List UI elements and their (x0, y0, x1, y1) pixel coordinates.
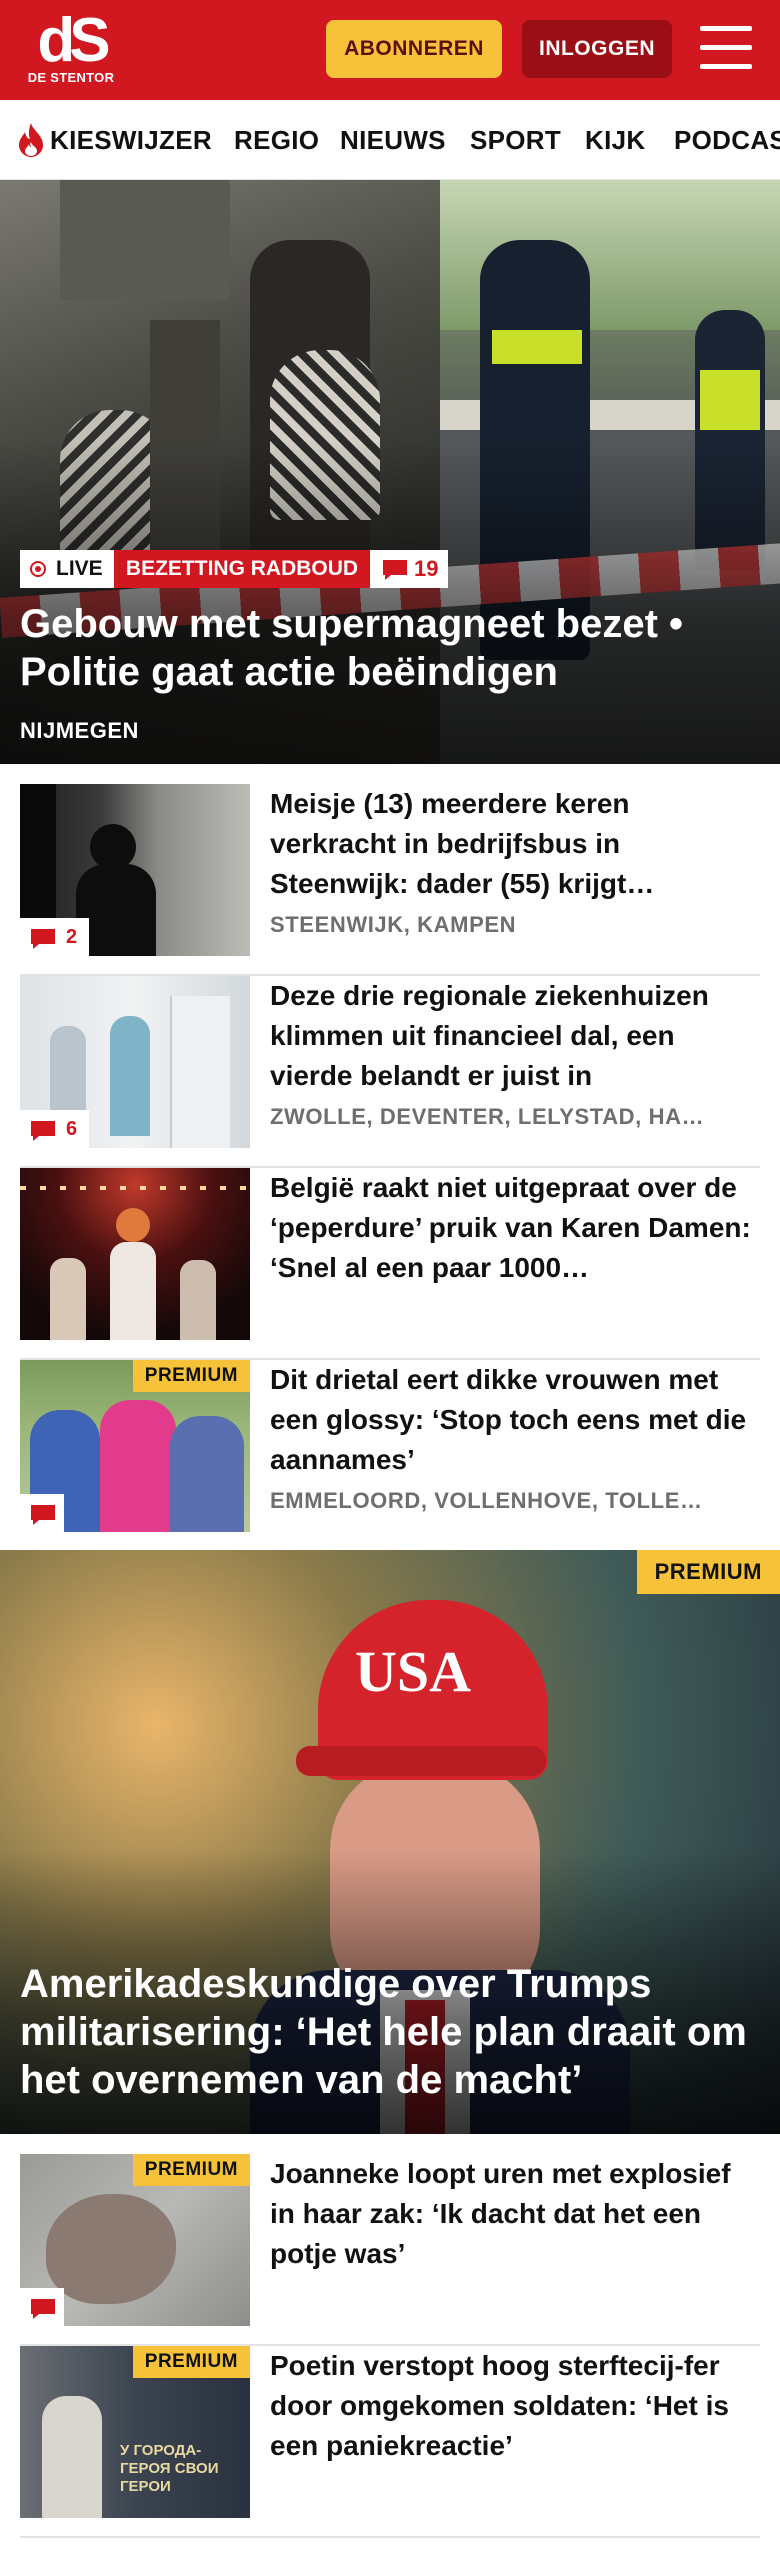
nav-item-kijk[interactable]: KIJK (585, 100, 645, 179)
topic-badge[interactable]: BEZETTING RADBOUD (114, 550, 370, 588)
comment-icon (31, 929, 55, 949)
article-location: ZWOLLE, DEVENTER, LELYSTAD, HA… (270, 1104, 705, 1129)
article-title[interactable]: België raakt niet uitgepraat over de ‘pe… (270, 1168, 760, 1288)
thumb-comment-badge: 6 (20, 1110, 90, 1148)
live-label: LIVE (56, 557, 103, 580)
premium-badge: PREMIUM (636, 1550, 780, 1594)
feature-title[interactable]: Amerikadeskundige over Trumps militarise… (20, 1960, 760, 2104)
hero-location: NIJMEGEN (20, 718, 139, 743)
hero-comment-count: 19 (414, 556, 439, 581)
article-title[interactable]: Deze drie regionale ziekenhuizen klimmen… (270, 976, 760, 1096)
hero-article[interactable]: LIVE BEZETTING RADBOUD 19 Gebouw met sup… (0, 180, 780, 764)
thumb-comment-badge (20, 1494, 64, 1532)
login-button[interactable]: INLOGGEN (522, 20, 672, 78)
subscribe-button[interactable]: ABONNEREN (326, 20, 502, 78)
feature-cap-brim (296, 1746, 546, 1776)
premium-badge: PREMIUM (132, 2346, 250, 2378)
article-location: STEENWIJK, KAMPEN (270, 912, 517, 937)
site-header: dS DE STENTOR ABONNEREN INLOGGEN (0, 0, 780, 100)
feature-article[interactable]: USA PREMIUM Amerikadeskundige over Trump… (0, 1550, 780, 2134)
nav-item-sport[interactable]: SPORT (470, 100, 561, 179)
article-title[interactable]: Dit drietal eert dikke vrouwen met een g… (270, 1360, 760, 1480)
list-item[interactable]: У ГОРОДА-ГЕРОЯ СВОИ ГЕРОИ PREMIUM Poetin… (20, 2346, 760, 2538)
site-logo[interactable]: dS DE STENTOR (26, 6, 116, 90)
hero-title[interactable]: Gebouw met supermagneet bezet • Politie … (20, 600, 760, 696)
logo-mark: dS (37, 6, 110, 75)
article-title[interactable]: Meisje (13) meerdere keren verkracht in … (270, 784, 760, 904)
article-title[interactable]: Joanneke loopt uren met explosief in haa… (270, 2154, 760, 2274)
article-location: EMMELOORD, VOLLENHOVE, TOLLE… (270, 1488, 703, 1513)
thumb-comment-badge (20, 2288, 64, 2326)
thumb-comment-badge: 2 (20, 918, 90, 956)
article-thumbnail: 6 (20, 976, 250, 1148)
article-thumbnail: 2 (20, 784, 250, 956)
list-item[interactable]: PREMIUM Joanneke loopt uren met explosie… (20, 2154, 760, 2346)
list-item[interactable]: 2 Meisje (13) meerdere keren verkracht i… (20, 784, 760, 976)
flame-icon (19, 123, 43, 157)
nav-item-kieswijzer[interactable]: KIESWIJZER (50, 100, 212, 179)
article-title[interactable]: Poetin verstopt hoog sterftecij-fer door… (270, 2346, 760, 2466)
nav-item-podcast[interactable]: PODCAS (674, 100, 780, 179)
logo-subtitle: DE STENTOR (27, 70, 115, 85)
comment-icon (31, 2299, 55, 2319)
premium-badge: PREMIUM (132, 1360, 250, 1392)
nav-item-nieuws[interactable]: NIEUWS (340, 100, 446, 179)
hamburger-icon[interactable] (700, 26, 752, 70)
live-badge: LIVE (20, 550, 114, 588)
article-thumbnail: У ГОРОДА-ГЕРОЯ СВОИ ГЕРОИ PREMIUM (20, 2346, 250, 2518)
thumbnail-sign-text: У ГОРОДА-ГЕРОЯ СВОИ ГЕРОИ (120, 2442, 219, 2495)
main-nav: KIESWIJZER REGIO NIEUWS SPORT KIJK PODCA… (0, 100, 780, 180)
comment-icon (31, 1121, 55, 1141)
comment-icon (31, 1505, 55, 1525)
article-thumbnail: PREMIUM (20, 2154, 250, 2326)
article-thumbnail: PREMIUM (20, 1360, 250, 1532)
premium-badge: PREMIUM (132, 2154, 250, 2186)
feature-cap-text: USA (354, 1639, 472, 1704)
list-item[interactable]: PREMIUM Dit drietal eert dikke vrouwen m… (20, 1360, 760, 1552)
list-item[interactable]: België raakt niet uitgepraat over de ‘pe… (20, 1168, 760, 1360)
live-dot-icon (30, 561, 46, 577)
article-thumbnail (20, 1168, 250, 1340)
hero-comment-badge[interactable]: 19 (370, 550, 448, 588)
nav-item-regio[interactable]: REGIO (234, 100, 319, 179)
comment-icon (383, 560, 407, 580)
list-item[interactable]: 6 Deze drie regionale ziekenhuizen klimm… (20, 976, 760, 1168)
